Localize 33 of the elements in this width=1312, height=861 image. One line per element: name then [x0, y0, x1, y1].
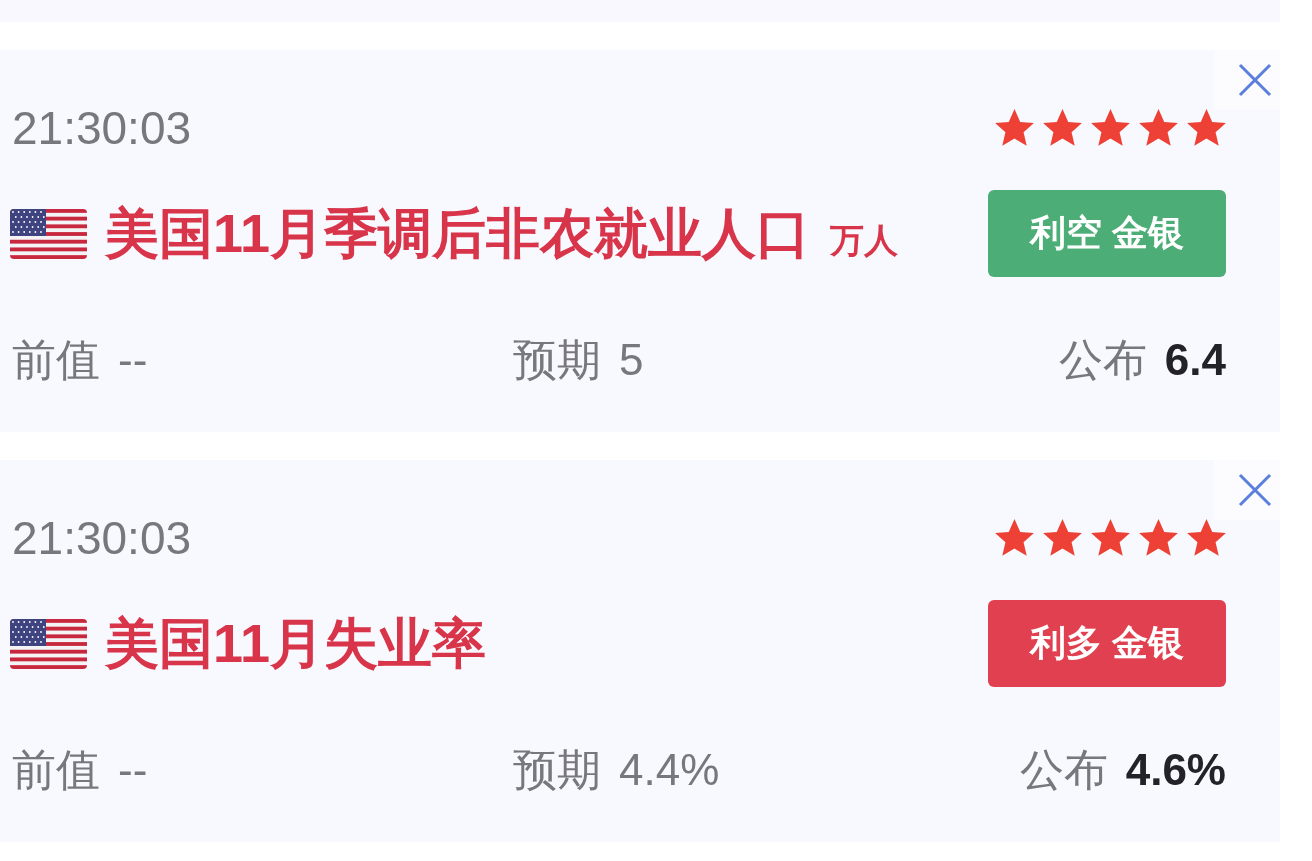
star-icon [1139, 519, 1178, 556]
flag-icon [10, 208, 87, 259]
star-icon [1187, 519, 1226, 556]
close-icon [1238, 473, 1272, 507]
stat-value: -- [118, 745, 148, 795]
stat-label: 公布 [1019, 745, 1108, 795]
star-icon [1091, 109, 1130, 146]
star-icon [995, 109, 1034, 146]
stat-value: 5 [619, 335, 644, 385]
star-icon [995, 519, 1034, 556]
star-icon [1091, 519, 1130, 556]
stat-label: 预期 [513, 335, 601, 385]
stat-label: 预期 [513, 745, 601, 795]
stat-label: 前值 [12, 335, 100, 385]
event-title: 美国11月失业率 [105, 613, 487, 674]
impact-tag: 利空 金银 [988, 190, 1226, 277]
event-title: 美国11月季调后非农就业人口 [105, 203, 811, 264]
event-time: 21:30:03 [12, 514, 192, 561]
close-icon [1238, 63, 1272, 97]
stat-label: 前值 [12, 745, 100, 795]
flag-icon [10, 618, 87, 669]
star-icon [1139, 109, 1178, 146]
stat-label: 公布 [1058, 335, 1147, 385]
stat-value: 6.4 [1164, 335, 1226, 385]
star-icon [1187, 109, 1226, 146]
stat-value: 4.6% [1125, 745, 1226, 795]
stat-value: -- [118, 335, 148, 385]
unit-label: 万人 [830, 221, 899, 260]
stat-value: 4.4% [619, 745, 720, 795]
star-icon [1043, 109, 1082, 146]
star-icon [1043, 519, 1082, 556]
event-time: 21:30:03 [12, 104, 192, 151]
impact-tag: 利多 金银 [988, 600, 1226, 687]
